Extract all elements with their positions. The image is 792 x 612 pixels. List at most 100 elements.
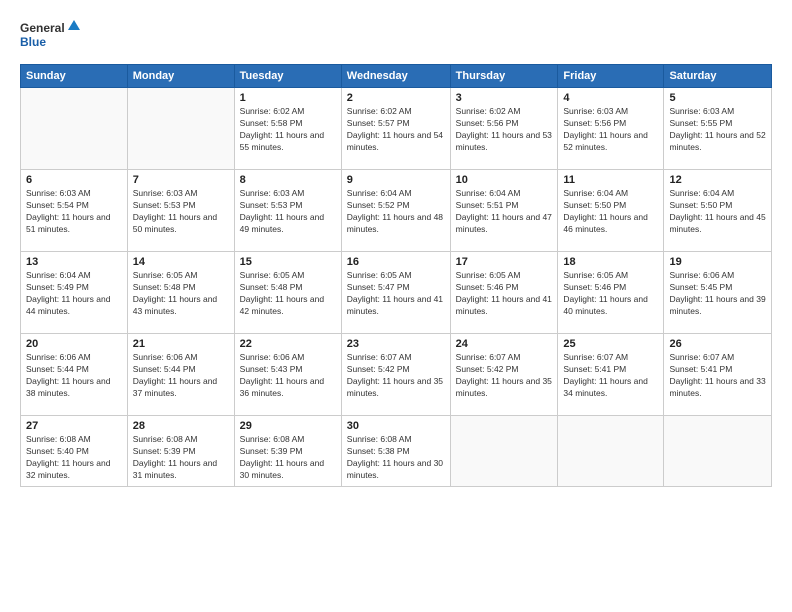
calendar-cell: 12 Sunrise: 6:04 AMSunset: 5:50 PMDaylig… — [664, 170, 772, 252]
calendar-cell: 8 Sunrise: 6:03 AMSunset: 5:53 PMDayligh… — [234, 170, 341, 252]
calendar-header-friday: Friday — [558, 65, 664, 88]
calendar-cell: 10 Sunrise: 6:04 AMSunset: 5:51 PMDaylig… — [450, 170, 558, 252]
svg-text:General: General — [20, 21, 65, 35]
day-info: Sunrise: 6:07 AMSunset: 5:41 PMDaylight:… — [669, 352, 766, 400]
day-info: Sunrise: 6:06 AMSunset: 5:44 PMDaylight:… — [133, 352, 229, 400]
calendar-cell — [558, 416, 664, 487]
day-number: 30 — [347, 420, 445, 432]
calendar-cell: 28 Sunrise: 6:08 AMSunset: 5:39 PMDaylig… — [127, 416, 234, 487]
day-info: Sunrise: 6:05 AMSunset: 5:46 PMDaylight:… — [456, 270, 553, 318]
calendar-week-4: 20 Sunrise: 6:06 AMSunset: 5:44 PMDaylig… — [21, 334, 772, 416]
calendar-cell: 4 Sunrise: 6:03 AMSunset: 5:56 PMDayligh… — [558, 88, 664, 170]
calendar-cell: 22 Sunrise: 6:06 AMSunset: 5:43 PMDaylig… — [234, 334, 341, 416]
calendar-cell: 13 Sunrise: 6:04 AMSunset: 5:49 PMDaylig… — [21, 252, 128, 334]
day-number: 4 — [563, 92, 658, 104]
day-number: 10 — [456, 174, 553, 186]
calendar-header-thursday: Thursday — [450, 65, 558, 88]
calendar-header-monday: Monday — [127, 65, 234, 88]
day-number: 7 — [133, 174, 229, 186]
day-number: 26 — [669, 338, 766, 350]
day-info: Sunrise: 6:02 AMSunset: 5:58 PMDaylight:… — [240, 106, 336, 154]
calendar-header-row: SundayMondayTuesdayWednesdayThursdayFrid… — [21, 65, 772, 88]
day-info: Sunrise: 6:03 AMSunset: 5:54 PMDaylight:… — [26, 188, 122, 236]
day-number: 28 — [133, 420, 229, 432]
day-number: 21 — [133, 338, 229, 350]
day-info: Sunrise: 6:06 AMSunset: 5:45 PMDaylight:… — [669, 270, 766, 318]
day-info: Sunrise: 6:04 AMSunset: 5:50 PMDaylight:… — [563, 188, 658, 236]
calendar-cell: 6 Sunrise: 6:03 AMSunset: 5:54 PMDayligh… — [21, 170, 128, 252]
calendar-table: SundayMondayTuesdayWednesdayThursdayFrid… — [20, 64, 772, 487]
calendar-cell: 26 Sunrise: 6:07 AMSunset: 5:41 PMDaylig… — [664, 334, 772, 416]
calendar-cell: 3 Sunrise: 6:02 AMSunset: 5:56 PMDayligh… — [450, 88, 558, 170]
day-info: Sunrise: 6:04 AMSunset: 5:50 PMDaylight:… — [669, 188, 766, 236]
calendar-cell — [21, 88, 128, 170]
day-number: 8 — [240, 174, 336, 186]
day-number: 15 — [240, 256, 336, 268]
calendar-cell — [664, 416, 772, 487]
calendar-cell: 29 Sunrise: 6:08 AMSunset: 5:39 PMDaylig… — [234, 416, 341, 487]
calendar-cell: 5 Sunrise: 6:03 AMSunset: 5:55 PMDayligh… — [664, 88, 772, 170]
svg-text:Blue: Blue — [20, 35, 46, 49]
day-number: 2 — [347, 92, 445, 104]
day-info: Sunrise: 6:07 AMSunset: 5:42 PMDaylight:… — [456, 352, 553, 400]
calendar-week-5: 27 Sunrise: 6:08 AMSunset: 5:40 PMDaylig… — [21, 416, 772, 487]
day-number: 13 — [26, 256, 122, 268]
calendar-cell: 25 Sunrise: 6:07 AMSunset: 5:41 PMDaylig… — [558, 334, 664, 416]
day-number: 25 — [563, 338, 658, 350]
calendar-cell: 9 Sunrise: 6:04 AMSunset: 5:52 PMDayligh… — [341, 170, 450, 252]
day-info: Sunrise: 6:06 AMSunset: 5:43 PMDaylight:… — [240, 352, 336, 400]
calendar-cell: 14 Sunrise: 6:05 AMSunset: 5:48 PMDaylig… — [127, 252, 234, 334]
day-number: 22 — [240, 338, 336, 350]
day-number: 12 — [669, 174, 766, 186]
day-number: 5 — [669, 92, 766, 104]
day-number: 27 — [26, 420, 122, 432]
day-number: 20 — [26, 338, 122, 350]
calendar-week-3: 13 Sunrise: 6:04 AMSunset: 5:49 PMDaylig… — [21, 252, 772, 334]
day-info: Sunrise: 6:04 AMSunset: 5:49 PMDaylight:… — [26, 270, 122, 318]
day-number: 3 — [456, 92, 553, 104]
calendar-cell: 19 Sunrise: 6:06 AMSunset: 5:45 PMDaylig… — [664, 252, 772, 334]
calendar-week-1: 1 Sunrise: 6:02 AMSunset: 5:58 PMDayligh… — [21, 88, 772, 170]
day-number: 29 — [240, 420, 336, 432]
day-info: Sunrise: 6:03 AMSunset: 5:55 PMDaylight:… — [669, 106, 766, 154]
calendar-header-wednesday: Wednesday — [341, 65, 450, 88]
day-info: Sunrise: 6:05 AMSunset: 5:48 PMDaylight:… — [240, 270, 336, 318]
calendar-cell: 24 Sunrise: 6:07 AMSunset: 5:42 PMDaylig… — [450, 334, 558, 416]
day-info: Sunrise: 6:03 AMSunset: 5:53 PMDaylight:… — [240, 188, 336, 236]
day-info: Sunrise: 6:05 AMSunset: 5:46 PMDaylight:… — [563, 270, 658, 318]
day-number: 23 — [347, 338, 445, 350]
calendar-cell — [450, 416, 558, 487]
calendar-cell: 15 Sunrise: 6:05 AMSunset: 5:48 PMDaylig… — [234, 252, 341, 334]
day-number: 18 — [563, 256, 658, 268]
day-info: Sunrise: 6:04 AMSunset: 5:52 PMDaylight:… — [347, 188, 445, 236]
day-info: Sunrise: 6:03 AMSunset: 5:56 PMDaylight:… — [563, 106, 658, 154]
calendar-cell: 16 Sunrise: 6:05 AMSunset: 5:47 PMDaylig… — [341, 252, 450, 334]
calendar-cell: 7 Sunrise: 6:03 AMSunset: 5:53 PMDayligh… — [127, 170, 234, 252]
page-header: General Blue — [20, 18, 772, 54]
calendar-cell: 11 Sunrise: 6:04 AMSunset: 5:50 PMDaylig… — [558, 170, 664, 252]
day-number: 11 — [563, 174, 658, 186]
day-info: Sunrise: 6:08 AMSunset: 5:40 PMDaylight:… — [26, 434, 122, 482]
day-number: 14 — [133, 256, 229, 268]
calendar-header-sunday: Sunday — [21, 65, 128, 88]
calendar-cell: 27 Sunrise: 6:08 AMSunset: 5:40 PMDaylig… — [21, 416, 128, 487]
day-number: 16 — [347, 256, 445, 268]
day-info: Sunrise: 6:03 AMSunset: 5:53 PMDaylight:… — [133, 188, 229, 236]
day-info: Sunrise: 6:02 AMSunset: 5:56 PMDaylight:… — [456, 106, 553, 154]
day-info: Sunrise: 6:07 AMSunset: 5:42 PMDaylight:… — [347, 352, 445, 400]
logo: General Blue — [20, 18, 80, 54]
day-info: Sunrise: 6:08 AMSunset: 5:39 PMDaylight:… — [240, 434, 336, 482]
calendar-cell: 2 Sunrise: 6:02 AMSunset: 5:57 PMDayligh… — [341, 88, 450, 170]
calendar-cell: 1 Sunrise: 6:02 AMSunset: 5:58 PMDayligh… — [234, 88, 341, 170]
calendar-cell: 17 Sunrise: 6:05 AMSunset: 5:46 PMDaylig… — [450, 252, 558, 334]
calendar-cell: 20 Sunrise: 6:06 AMSunset: 5:44 PMDaylig… — [21, 334, 128, 416]
day-info: Sunrise: 6:07 AMSunset: 5:41 PMDaylight:… — [563, 352, 658, 400]
day-info: Sunrise: 6:02 AMSunset: 5:57 PMDaylight:… — [347, 106, 445, 154]
day-info: Sunrise: 6:05 AMSunset: 5:48 PMDaylight:… — [133, 270, 229, 318]
calendar-cell: 30 Sunrise: 6:08 AMSunset: 5:38 PMDaylig… — [341, 416, 450, 487]
day-number: 17 — [456, 256, 553, 268]
day-number: 24 — [456, 338, 553, 350]
calendar-cell: 23 Sunrise: 6:07 AMSunset: 5:42 PMDaylig… — [341, 334, 450, 416]
calendar-cell: 18 Sunrise: 6:05 AMSunset: 5:46 PMDaylig… — [558, 252, 664, 334]
day-number: 1 — [240, 92, 336, 104]
